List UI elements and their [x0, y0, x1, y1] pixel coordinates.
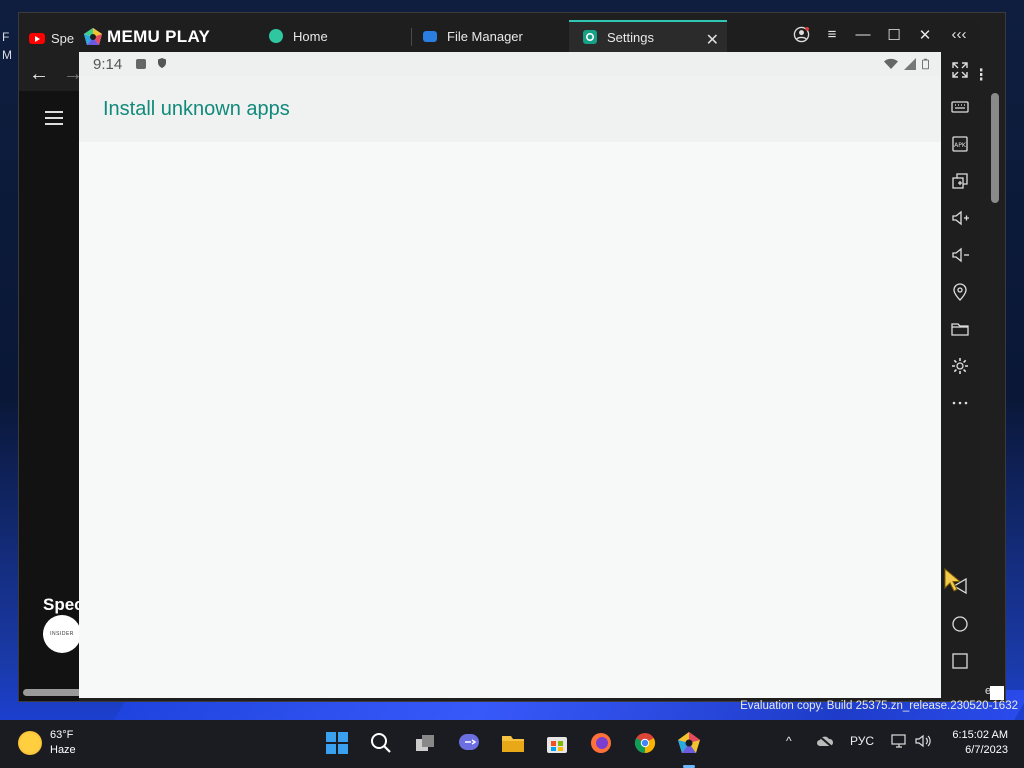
memu-window: MEMU PLAY Home File Manager Settings ✕ ≡… [79, 20, 980, 698]
back-arrow-icon[interactable]: ← [29, 63, 49, 86]
more-icon[interactable] [950, 393, 970, 413]
location-icon[interactable] [950, 282, 970, 302]
clock-time: 6:15:02 AM [952, 729, 1008, 741]
svg-text:APK: APK [954, 142, 967, 149]
maximize-icon[interactable]: ☐ [884, 26, 904, 44]
chrome-icon[interactable] [632, 730, 658, 756]
multi-window-icon[interactable] [950, 171, 970, 191]
folder-icon [423, 30, 437, 42]
memu-logo-icon [83, 27, 103, 47]
android-status-bar: 9:14 [79, 52, 941, 76]
memu-logo: MEMU PLAY [83, 26, 210, 48]
tab-label: Settings [607, 29, 654, 45]
start-icon[interactable] [324, 730, 350, 756]
page-title: Install unknown apps [103, 98, 290, 120]
memu-side-toolbar: APK [941, 52, 980, 698]
volume-down-icon[interactable] [950, 245, 970, 265]
memu-titlebar[interactable]: MEMU PLAY Home File Manager Settings ✕ ≡… [79, 20, 980, 52]
store-icon[interactable] [544, 730, 570, 756]
vertical-scrollbar[interactable] [991, 93, 999, 203]
taskbar-clock[interactable]: 6:15:02 AM 6/7/2023 [952, 728, 1008, 758]
notification-a-icon [136, 59, 147, 69]
signal-icon [904, 57, 916, 74]
weather-temp: 63°F [50, 729, 74, 741]
horizontal-scrollbar[interactable] [23, 689, 83, 696]
tab-settings[interactable]: Settings ✕ [569, 20, 727, 52]
overlay-square [990, 686, 1004, 700]
wifi-icon [884, 57, 898, 74]
build-watermark: Evaluation copy. Build 25375.zn_release.… [740, 700, 1018, 712]
youtube-icon [29, 32, 45, 44]
windows-taskbar: 63°F Haze ^ РУС 6:15:02 AM 6/7/2023 [0, 720, 1024, 768]
close-tab-icon[interactable]: ✕ [706, 30, 719, 50]
weather-desc: Haze [50, 744, 76, 756]
apk-icon[interactable]: APK [950, 134, 970, 154]
weather-haze-icon [18, 731, 42, 755]
tab-label: File Manager [447, 28, 523, 44]
browser-nav: ← → [29, 63, 83, 86]
settings-app-bar: Install unknown apps [79, 76, 941, 142]
shield-icon [156, 56, 168, 73]
search-icon[interactable] [368, 730, 394, 756]
fullscreen-icon[interactable] [950, 60, 970, 80]
memu-logo-text: MEMU PLAY [107, 27, 211, 46]
volume-up-icon[interactable] [950, 208, 970, 228]
network-icon[interactable] [891, 734, 907, 751]
battery-icon [922, 57, 929, 74]
chat-icon[interactable] [456, 730, 482, 756]
hamburger-menu-icon[interactable] [45, 111, 63, 129]
settings-icon[interactable] [950, 356, 970, 376]
keyboard-icon[interactable] [950, 97, 970, 117]
tray-overflow-icon[interactable]: ^ [786, 734, 792, 748]
section-heading: Spec [43, 595, 84, 614]
tab-home[interactable]: Home [255, 20, 411, 52]
collapse-icon[interactable]: ‹‹‹ [949, 26, 969, 43]
close-icon[interactable]: ✕ [915, 26, 935, 44]
file-explorer-icon[interactable] [500, 730, 526, 756]
volume-icon[interactable] [915, 734, 933, 751]
gear-icon [583, 30, 597, 44]
menu-icon[interactable]: ≡ [822, 26, 842, 43]
tab-label: Home [293, 28, 328, 44]
recents-icon[interactable] [950, 651, 970, 671]
home-icon[interactable] [950, 614, 970, 634]
desktop-icon-labels: F M [2, 30, 12, 62]
memu-taskbar-icon[interactable] [676, 730, 702, 768]
home-app-icon [269, 29, 283, 43]
language-indicator[interactable]: РУС [850, 734, 874, 748]
account-icon[interactable] [791, 26, 811, 47]
android-screen[interactable]: 9:14 Install unknown apps [79, 52, 941, 698]
minimize-icon[interactable]: — [853, 26, 873, 43]
mouse-cursor-icon [944, 567, 962, 597]
clock-date: 6/7/2023 [965, 744, 1008, 756]
task-view-icon[interactable] [412, 730, 438, 756]
firefox-icon[interactable] [588, 730, 614, 756]
tab-file-manager[interactable]: File Manager [409, 20, 567, 52]
onedrive-icon[interactable] [816, 734, 834, 751]
desktop-wallpaper: F M Spe ← → ⋮ Spec INSIDER ew [0, 0, 1024, 720]
status-time: 9:14 [93, 55, 123, 73]
browser-tab-label: Spe [51, 30, 75, 46]
weather-widget[interactable]: 63°F Haze [18, 728, 76, 758]
channel-avatar[interactable]: INSIDER [43, 615, 81, 653]
folder-icon[interactable] [950, 319, 970, 339]
